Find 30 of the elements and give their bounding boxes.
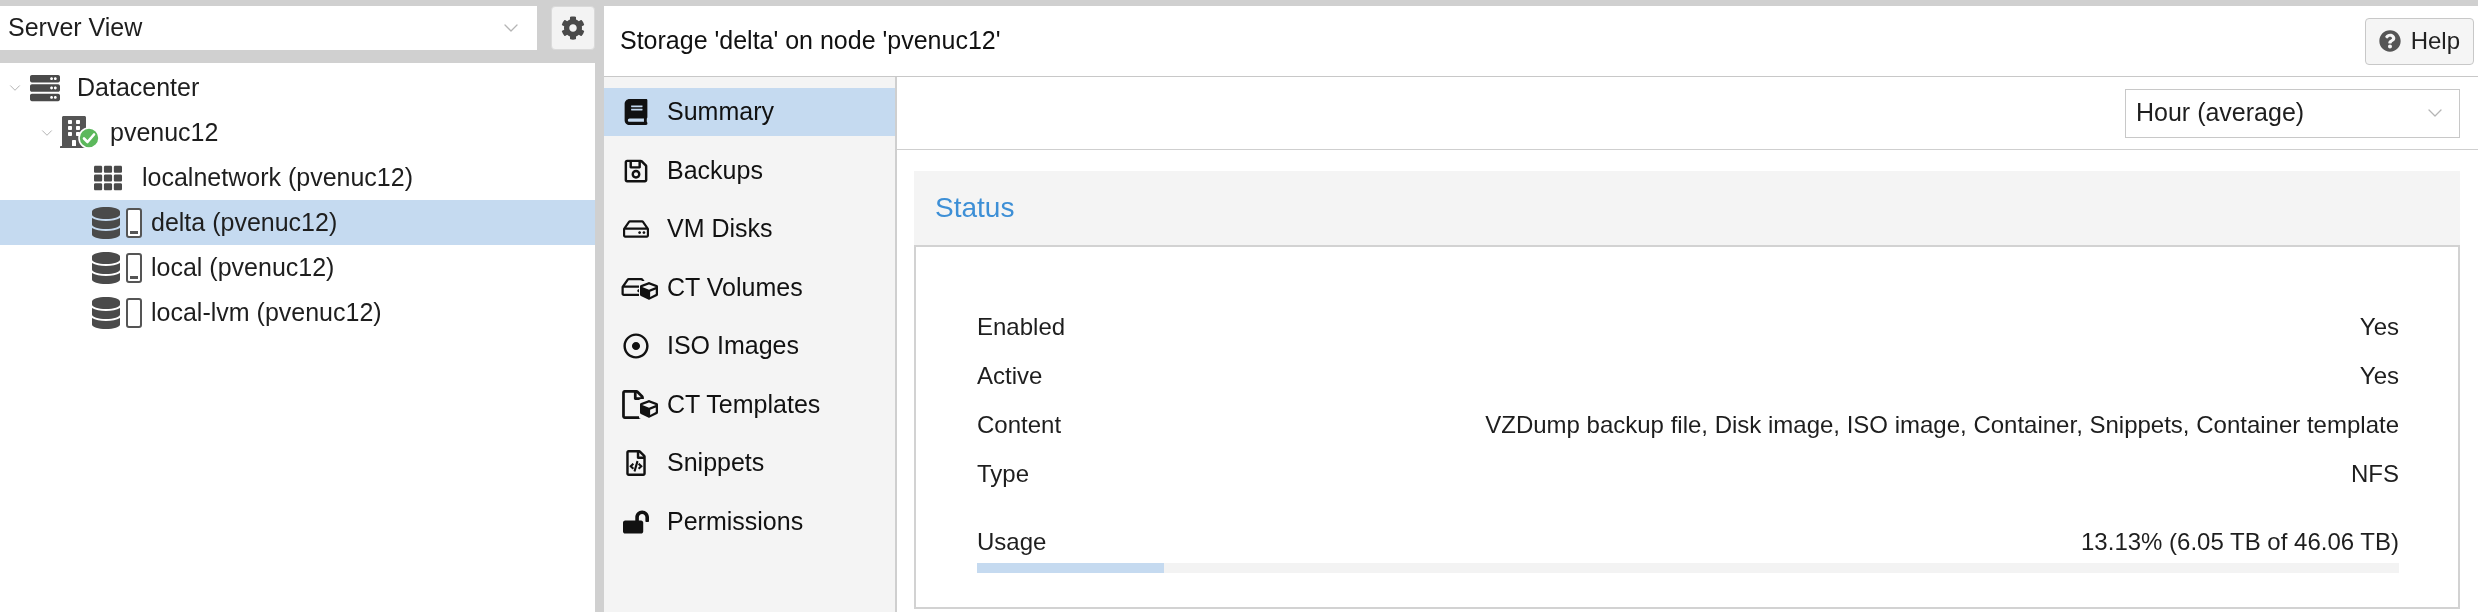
server-stack-icon — [28, 72, 62, 103]
file-with-cube-icon — [621, 390, 659, 419]
storage-usage-meter — [126, 297, 142, 328]
book-icon — [623, 99, 649, 125]
field-label: Active — [977, 360, 1043, 391]
tree-item[interactable]: delta (pvenuc12) — [0, 200, 595, 245]
field-value: Yes — [2359, 360, 2399, 391]
timeframe-select[interactable]: Hour (average) — [2125, 88, 2460, 138]
field-label: Content — [977, 409, 1062, 440]
field-label: Enabled — [977, 311, 1066, 342]
database-icon — [92, 251, 120, 284]
usage-reading: 13.13% (6.05 TB of 46.06 TB) — [2081, 527, 2399, 557]
field-value: Yes — [2359, 311, 2399, 342]
database-icon — [92, 206, 120, 239]
page-title: Storage 'delta' on node 'pvenuc12' — [620, 25, 1001, 57]
field-value: VZDump backup file, Disk image, ISO image, Container, Snippets, Container template — [1485, 409, 2399, 440]
settings-button[interactable] — [551, 6, 595, 50]
view-select[interactable]: Server View — [0, 6, 537, 50]
nav-item[interactable]: Summary — [604, 88, 895, 136]
code-file-icon — [623, 450, 649, 476]
help-button[interactable]: Help — [2364, 17, 2474, 65]
field-label: Usage — [977, 527, 1047, 557]
unlocked-padlock-icon — [623, 508, 649, 535]
field-value: NFS — [2351, 458, 2399, 489]
settings-icon — [561, 16, 585, 40]
help-icon — [2378, 30, 2401, 52]
field-label: Type — [977, 458, 1030, 489]
database-icon — [92, 296, 120, 329]
grid-icon — [92, 163, 124, 192]
panel-title: Status — [935, 191, 1015, 225]
